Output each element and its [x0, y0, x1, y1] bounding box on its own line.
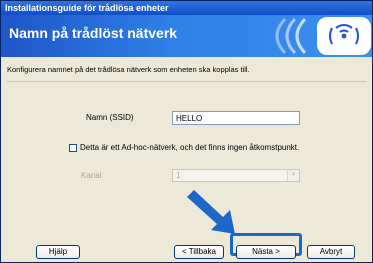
- channel-label: Kanal: [81, 171, 102, 180]
- back-button[interactable]: < Tillbaka: [174, 245, 224, 259]
- chevron-down-icon: ▼: [287, 170, 299, 181]
- channel-value: 1: [176, 171, 181, 180]
- cancel-button[interactable]: Avbryt: [307, 245, 355, 259]
- next-button[interactable]: Nästa >: [236, 245, 296, 259]
- adhoc-label[interactable]: Detta är ett Ad-hoc-nätverk, och det fin…: [80, 143, 299, 152]
- help-button[interactable]: Hjälp: [36, 245, 80, 259]
- ssid-label: Namn (SSID): [86, 113, 134, 122]
- adhoc-checkbox[interactable]: [69, 144, 77, 152]
- wizard-window: Installationsguide för trådlösa enheter …: [0, 0, 373, 263]
- wifi-icon: [275, 17, 371, 55]
- wizard-header: Namn på trådlöst nätverk: [1, 15, 372, 57]
- pointer-arrow-icon: [187, 190, 235, 234]
- window-title: Installationsguide för trådlösa enheter: [1, 1, 372, 15]
- page-title: Namn på trådlöst nätverk: [9, 25, 178, 41]
- intro-text: Konfigurera namnet på det trådlösa nätve…: [7, 65, 250, 74]
- ssid-input[interactable]: [172, 111, 300, 125]
- channel-select: 1 ▼: [172, 169, 300, 182]
